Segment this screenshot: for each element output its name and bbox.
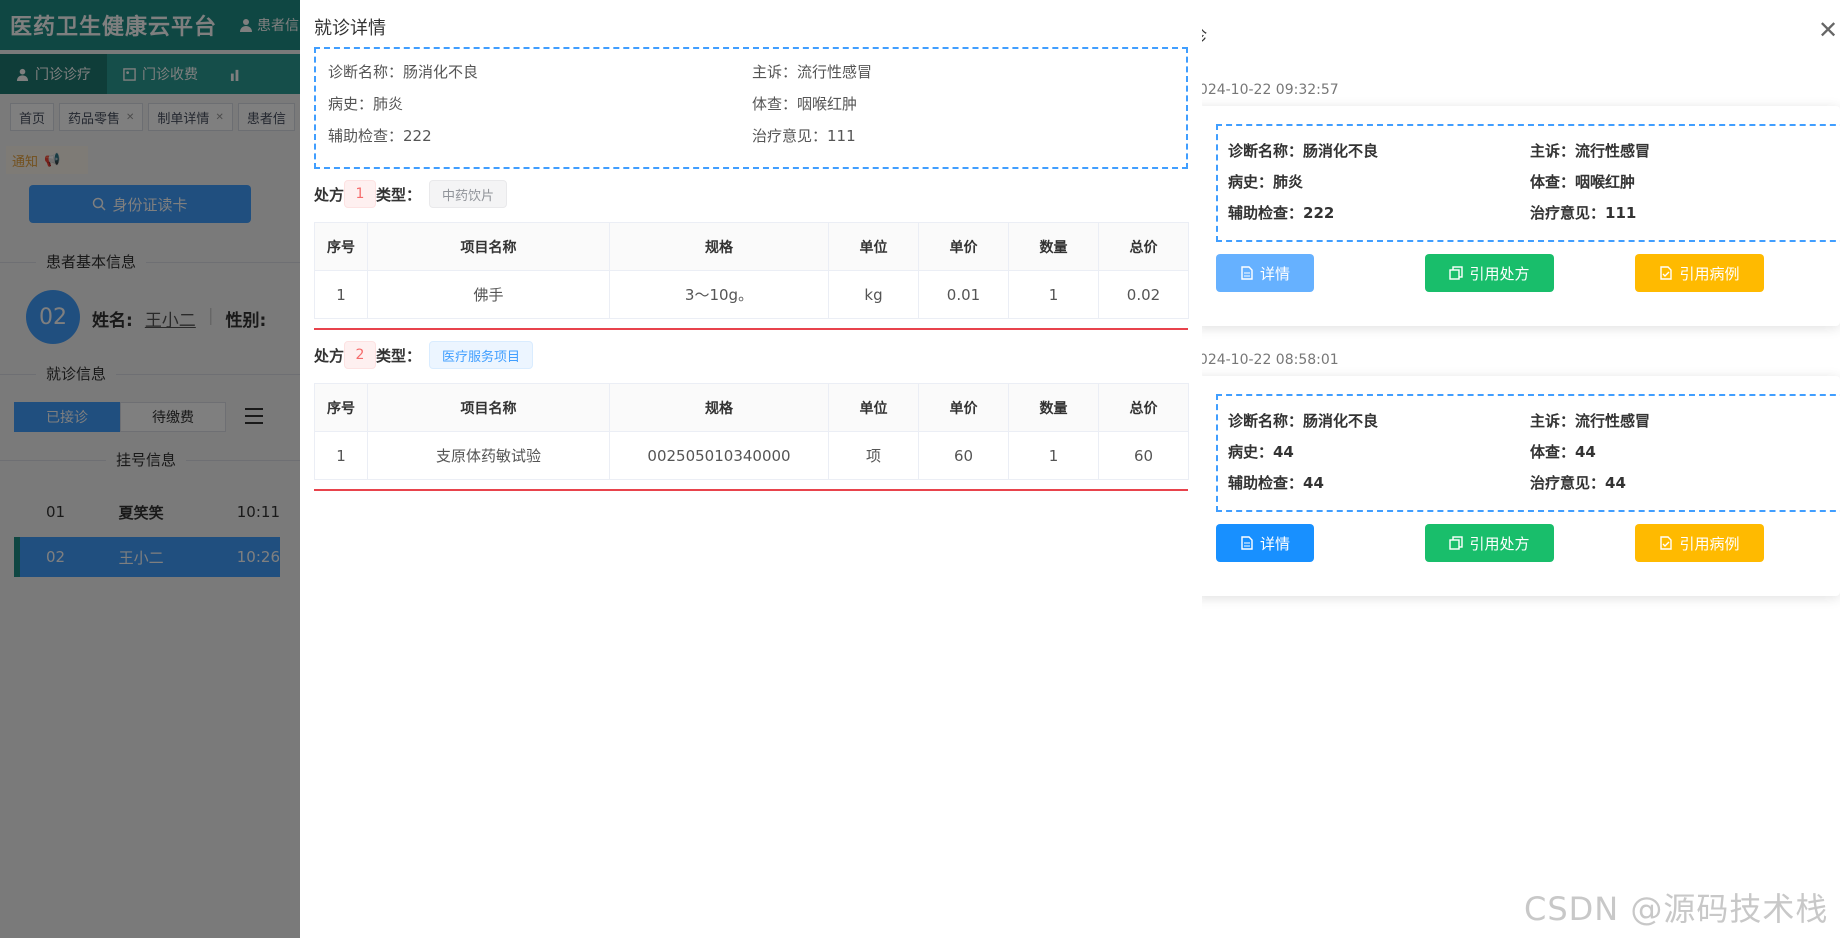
quote-prescription-button[interactable]: 引用处方 xyxy=(1425,254,1554,292)
record-summary-box: 诊断名称：肠消化不良 主诉：流行性感冒 病史：肺炎 体查：咽喉红肿 辅助检查：2… xyxy=(1216,124,1840,242)
quote-case-label: 引用病例 xyxy=(1679,534,1740,553)
record-treatment: 治疗意见：111 xyxy=(1530,204,1637,222)
col-total: 总价 xyxy=(1098,222,1189,271)
modal-title: 就诊详情 xyxy=(314,18,386,39)
file-check-icon xyxy=(1660,536,1673,550)
diagnosis-summary-box: 诊断名称：肠消化不良 主诉：流行性感冒 病史：肺炎 体查：咽喉红肿 辅助检查：2… xyxy=(314,47,1188,169)
cell-spec: 3～10g。 xyxy=(609,270,829,319)
record-diagnosis: 诊断名称：肠消化不良 xyxy=(1228,412,1379,430)
record-card: 诊断名称：肠消化不良 主诉：流行性感冒 病史：44 体查：44 辅助检查：44 … xyxy=(1190,376,1840,596)
copy-icon xyxy=(1449,266,1464,280)
prescription-table: 序号 项目名称 规格 单位 单价 数量 总价 1 支原体药敏试验 0025050… xyxy=(314,383,1189,480)
detail-label: 详情 xyxy=(1259,264,1290,283)
record-aux-exam: 辅助检查：222 xyxy=(1228,204,1335,222)
record-complaint: 主诉：流行性感冒 xyxy=(1530,412,1651,430)
col-total: 总价 xyxy=(1098,383,1189,432)
record-diagnosis: 诊断名称：肠消化不良 xyxy=(1228,142,1379,160)
cell-spec: 002505010340000 xyxy=(609,431,829,480)
cell-unit-price: 0.01 xyxy=(918,270,1009,319)
file-check-icon xyxy=(1660,266,1673,280)
record-summary-box: 诊断名称：肠消化不良 主诉：流行性感冒 病史：44 体查：44 辅助检查：44 … xyxy=(1216,394,1840,512)
col-quantity: 数量 xyxy=(1008,222,1099,271)
col-spec: 规格 xyxy=(609,383,829,432)
visit-detail-modal: 就诊详情 诊断名称：肠消化不良 主诉：流行性感冒 病史：肺炎 体查：咽喉红肿 辅… xyxy=(300,0,1202,938)
chief-complaint: 主诉：流行性感冒 xyxy=(752,63,873,81)
type-label: 类型： xyxy=(376,346,422,365)
record-history: 病史：44 xyxy=(1228,443,1294,461)
watermark: CSDN @源码技术栈 xyxy=(1524,890,1829,928)
quote-prescription-button[interactable]: 引用处方 xyxy=(1425,524,1554,562)
cell-total: 0.02 xyxy=(1098,270,1189,319)
record-time: 2024-10-22 08:58:01 xyxy=(1190,352,1339,368)
prescription-type-tag: 医疗服务项目 xyxy=(429,341,534,369)
quote-prescription-label: 引用处方 xyxy=(1469,264,1530,283)
prescription-label: 处方 xyxy=(314,185,345,204)
quote-case-label: 引用病例 xyxy=(1679,264,1740,283)
detail-label: 详情 xyxy=(1259,534,1290,553)
col-unit: 单位 xyxy=(828,222,919,271)
prescription-divider xyxy=(314,489,1188,491)
record-complaint: 主诉：流行性感冒 xyxy=(1530,142,1651,160)
prescription-index-badge: 1 xyxy=(344,180,377,208)
cell-unit: kg xyxy=(828,270,919,319)
cell-total: 60 xyxy=(1098,431,1189,480)
cell-unit-price: 60 xyxy=(918,431,1009,480)
prescription-type-tag: 中药饮片 xyxy=(429,180,508,208)
history-drawer: 诊 ✕ 2024-10-22 09:32:57 诊断名称：肠消化不良 主诉：流行… xyxy=(1190,0,1840,938)
col-unit-price: 单价 xyxy=(918,222,1009,271)
prescription-divider xyxy=(314,328,1188,330)
prescription-header: 处方 1 类型： 中药饮片 xyxy=(314,180,508,208)
diagnosis-name: 诊断名称：肠消化不良 xyxy=(328,63,479,81)
close-icon[interactable]: ✕ xyxy=(1818,18,1838,42)
cell-quantity: 1 xyxy=(1008,431,1099,480)
col-spec: 规格 xyxy=(609,222,829,271)
record-aux-exam: 辅助检查：44 xyxy=(1228,474,1324,492)
col-item-name: 项目名称 xyxy=(367,383,610,432)
col-index: 序号 xyxy=(314,222,368,271)
col-quantity: 数量 xyxy=(1008,383,1099,432)
auxiliary-exam: 辅助检查：222 xyxy=(328,127,432,145)
col-unit: 单位 xyxy=(828,383,919,432)
table-header-row: 序号 项目名称 规格 单位 单价 数量 总价 xyxy=(314,383,1189,432)
quote-case-button[interactable]: 引用病例 xyxy=(1635,524,1764,562)
record-history: 病史：肺炎 xyxy=(1228,173,1304,191)
treatment-opinion: 治疗意见：111 xyxy=(752,127,856,145)
col-unit-price: 单价 xyxy=(918,383,1009,432)
quote-prescription-label: 引用处方 xyxy=(1469,534,1530,553)
record-treatment: 治疗意见：44 xyxy=(1530,474,1626,492)
quote-case-button[interactable]: 引用病例 xyxy=(1635,254,1764,292)
record-card: 诊断名称：肠消化不良 主诉：流行性感冒 病史：肺炎 体查：咽喉红肿 辅助检查：2… xyxy=(1190,106,1840,326)
prescription-table: 序号 项目名称 规格 单位 单价 数量 总价 1 佛手 3～10g。 kg 0.… xyxy=(314,222,1189,319)
detail-button[interactable]: 详情 xyxy=(1216,524,1314,562)
detail-button[interactable]: 详情 xyxy=(1216,254,1314,292)
copy-icon xyxy=(1449,536,1464,550)
document-icon xyxy=(1241,536,1253,550)
col-item-name: 项目名称 xyxy=(367,222,610,271)
record-time: 2024-10-22 09:32:57 xyxy=(1190,82,1339,98)
cell-index: 1 xyxy=(314,270,368,319)
cell-quantity: 1 xyxy=(1008,270,1099,319)
type-label: 类型： xyxy=(376,185,422,204)
prescription-header: 处方 2 类型： 医疗服务项目 xyxy=(314,341,534,369)
cell-item-name: 支原体药敏试验 xyxy=(367,431,610,480)
cell-index: 1 xyxy=(314,431,368,480)
record-physical-exam: 体查：44 xyxy=(1530,443,1596,461)
prescription-index-badge: 2 xyxy=(344,341,377,369)
cell-item-name: 佛手 xyxy=(367,270,610,319)
table-row: 1 佛手 3～10g。 kg 0.01 1 0.02 xyxy=(314,270,1189,319)
prescription-label: 处方 xyxy=(314,346,345,365)
col-index: 序号 xyxy=(314,383,368,432)
cell-unit: 项 xyxy=(828,431,919,480)
physical-exam: 体查：咽喉红肿 xyxy=(752,95,858,113)
table-header-row: 序号 项目名称 规格 单位 单价 数量 总价 xyxy=(314,222,1189,271)
document-icon xyxy=(1241,266,1253,280)
record-physical-exam: 体查：咽喉红肿 xyxy=(1530,173,1636,191)
medical-history: 病史：肺炎 xyxy=(328,95,404,113)
table-row: 1 支原体药敏试验 002505010340000 项 60 1 60 xyxy=(314,431,1189,480)
